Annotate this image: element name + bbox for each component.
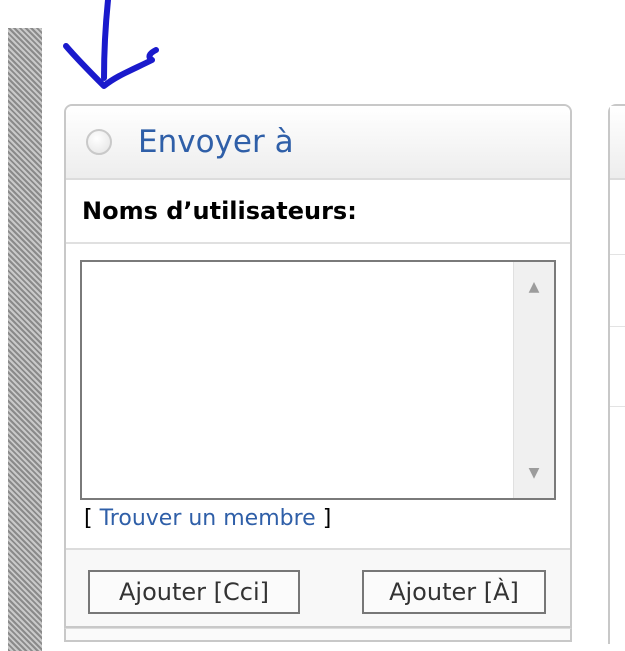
usernames-label: Noms d’utilisateurs: <box>66 180 570 244</box>
adjacent-divider <box>610 406 625 407</box>
panel-footer-strip <box>64 628 572 642</box>
radio-button-icon[interactable] <box>86 129 112 155</box>
adjacent-panel <box>608 104 625 644</box>
adjacent-panel-header <box>610 106 625 180</box>
find-member-link[interactable]: Trouver un membre <box>100 506 316 531</box>
page: Envoyer à Noms d’utilisateurs: ▲ ▼ [ Tro… <box>0 0 625 651</box>
bracket-close: ] <box>322 506 332 531</box>
add-to-button[interactable]: Ajouter [À] <box>362 570 546 614</box>
send-to-panel: Envoyer à Noms d’utilisateurs: ▲ ▼ [ Tro… <box>64 104 572 628</box>
panel-header: Envoyer à <box>66 106 570 180</box>
hatched-sidebar <box>8 28 42 651</box>
add-bcc-button[interactable]: Ajouter [Cci] <box>88 570 300 614</box>
bracket-open: [ <box>84 506 93 531</box>
adjacent-divider <box>610 254 625 255</box>
hand-drawn-arrow-icon <box>63 0 159 89</box>
textarea-scrollbar[interactable]: ▲ ▼ <box>513 262 554 498</box>
triangle-up-icon[interactable]: ▲ <box>514 272 554 302</box>
button-row: Ajouter [Cci] Ajouter [À] <box>66 548 570 626</box>
usernames-textarea[interactable]: ▲ ▼ <box>80 260 556 500</box>
panel-title: Envoyer à <box>138 124 294 160</box>
triangle-down-icon[interactable]: ▼ <box>514 458 554 488</box>
find-member: [ Trouver un membre ] <box>84 506 331 531</box>
adjacent-divider <box>610 326 625 327</box>
